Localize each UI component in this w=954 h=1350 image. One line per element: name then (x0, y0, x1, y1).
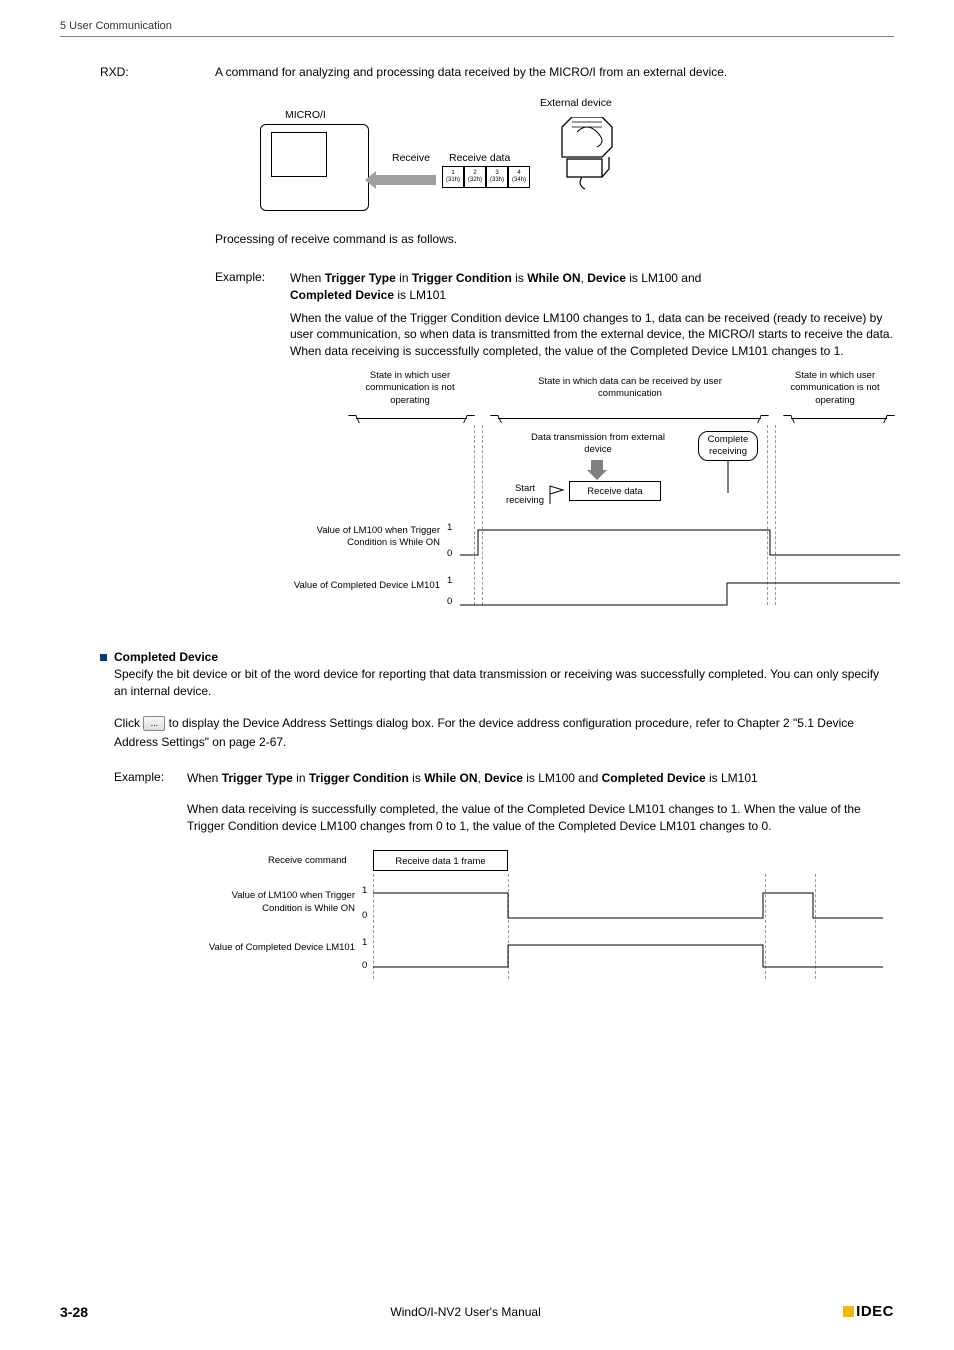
example-2-desc: When data receiving is successfully comp… (187, 801, 894, 835)
example-2: Example: When Trigger Type in Trigger Co… (114, 770, 894, 787)
lm101-label: Value of Completed Device LM101 (190, 942, 355, 954)
start-receiving-label: Start receiving (500, 483, 550, 508)
level-0: 0 (447, 548, 452, 559)
level-1: 1 (362, 885, 367, 896)
example-body: When Trigger Type in Trigger Condition i… (187, 770, 894, 787)
lm100-wave-2 (373, 888, 883, 923)
completed-device-para1: Specify the bit device or bit of the wor… (114, 666, 894, 700)
ellipsis-button[interactable]: ... (143, 716, 165, 731)
example-label: Example: (215, 270, 290, 304)
timing-diagram-2: Receive command Receive data 1 frame Val… (190, 850, 894, 990)
level-0: 0 (362, 960, 367, 971)
printer-icon (557, 117, 627, 192)
state-2-label: State in which data can be received by u… (535, 376, 725, 401)
section-header: 5 User Communication (60, 20, 894, 32)
flag-icon (547, 484, 567, 506)
level-0: 0 (362, 910, 367, 921)
receive-data-label: Receive data (449, 152, 510, 164)
level-1: 1 (362, 937, 367, 948)
diagram-receive: External device MICRO/I Receive Receive … (260, 97, 894, 232)
lm100-label: Value of LM100 when Trigger Condition is… (190, 890, 355, 915)
receive-data-frame-box: Receive data 1 frame (373, 850, 508, 871)
idec-logo: IDEC (843, 1303, 894, 1320)
microi-screen (271, 132, 327, 177)
timing-diagram-1: State in which user communication is not… (235, 370, 894, 618)
completed-device-title: Completed Device (114, 650, 218, 664)
lm101-wave-2 (373, 940, 883, 972)
example-1: Example: When Trigger Type in Trigger Co… (215, 270, 894, 304)
footer-title: WindO/I-NV2 User's Manual (390, 1305, 540, 1319)
lm101-wave (460, 578, 900, 610)
processing-text: Processing of receive command is as foll… (215, 232, 894, 246)
header-rule (60, 36, 894, 37)
lm100-label: Value of LM100 when Trigger Condition is… (275, 525, 440, 550)
microi-outer (260, 124, 369, 211)
lm101-label: Value of Completed Device LM101 (275, 580, 440, 592)
state-1-label: State in which user communication is not… (350, 370, 470, 407)
state-3-label: State in which user communication is not… (775, 370, 895, 407)
level-1: 1 (447, 575, 452, 586)
logo-square-icon (843, 1306, 854, 1317)
receive-data-box: Receive data (569, 481, 661, 501)
rxd-label: RXD: (100, 65, 215, 79)
complete-line (725, 460, 745, 495)
arrow-left-icon (376, 175, 436, 185)
arrow-down-icon (591, 460, 603, 470)
example-label: Example: (114, 770, 187, 787)
complete-receiving-box: Complete receiving (698, 431, 758, 461)
example-body: When Trigger Type in Trigger Condition i… (290, 270, 894, 304)
data-transmission-label: Data transmission from external device (528, 432, 668, 457)
byte-row: 1(31h) 2(32h) 3(33h) 4(34h) (442, 166, 530, 188)
bullet-icon (100, 654, 107, 661)
example-1-desc: When the value of the Trigger Condition … (290, 310, 894, 360)
page-number: 3-28 (60, 1304, 88, 1320)
lm100-wave (460, 525, 900, 560)
receive-label: Receive (392, 152, 430, 164)
page-footer: 3-28 WindO/I-NV2 User's Manual IDEC (60, 1303, 894, 1320)
completed-device-para2: Click ... to display the Device Address … (114, 714, 894, 752)
receive-command-label: Receive command (268, 855, 347, 866)
level-0: 0 (447, 596, 452, 607)
microi-label: MICRO/I (285, 109, 326, 121)
rxd-description: A command for analyzing and processing d… (215, 65, 894, 79)
external-device-label: External device (540, 97, 612, 109)
level-1: 1 (447, 522, 452, 533)
